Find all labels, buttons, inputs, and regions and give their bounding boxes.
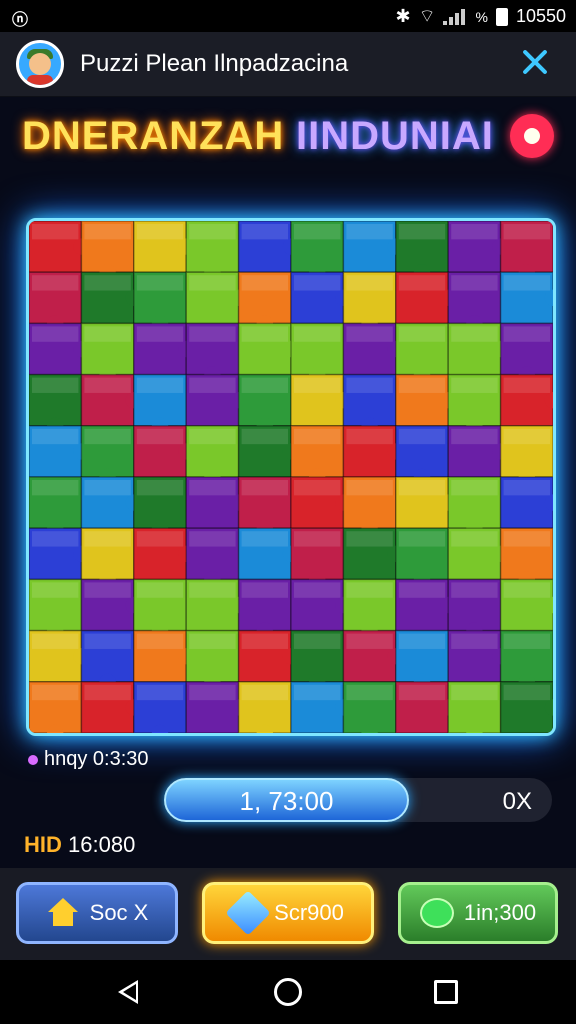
puzzle-piece[interactable] [29, 527, 90, 581]
close-icon[interactable] [516, 44, 552, 80]
puzzle-piece[interactable] [237, 681, 292, 733]
puzzle-piece[interactable] [290, 681, 352, 733]
puzzle-piece[interactable] [185, 373, 247, 427]
timer-dot-icon [28, 754, 38, 765]
recent-apps-icon[interactable] [434, 980, 458, 1004]
puzzle-piece[interactable] [80, 271, 142, 325]
puzzle-piece[interactable] [342, 681, 397, 733]
best-value: 16:080 [68, 832, 136, 857]
puzzle-piece[interactable] [447, 221, 509, 273]
app-header: Puzzi Plean Ilnpadzacina [0, 32, 576, 97]
banner-text-2: IINDUNIAI [296, 114, 494, 158]
puzzle-piece[interactable] [133, 221, 195, 273]
gem-action-label: Scr900 [274, 900, 344, 925]
puzzle-piece[interactable] [185, 681, 247, 733]
puzzle-piece[interactable] [237, 322, 300, 376]
action-bar: Soc X Scr900 1in;300 [0, 868, 576, 960]
timer: hnqy 0:3:30 [28, 748, 149, 771]
puzzle-piece[interactable] [342, 527, 404, 581]
puzzle-piece[interactable] [395, 373, 457, 427]
puzzle-piece[interactable] [237, 425, 300, 478]
gem-action-button[interactable]: Scr900 [202, 882, 374, 944]
puzzle-board[interactable] [26, 218, 556, 736]
timer-label: hnqy 0:3:30 [44, 748, 149, 770]
puzzle-piece[interactable] [29, 629, 90, 683]
puzzle-piece[interactable] [395, 681, 457, 733]
puzzle-piece[interactable] [342, 425, 404, 478]
puzzle-piece[interactable] [29, 221, 90, 273]
puzzle-piece[interactable] [395, 578, 457, 632]
notification-icon: ⓝ [12, 12, 29, 29]
best-time: HID 16:080 [24, 832, 135, 858]
best-tag: HID [24, 832, 62, 857]
puzzle-piece[interactable] [133, 425, 195, 478]
blob-action-button[interactable]: 1in;300 [398, 882, 558, 944]
puzzle-piece[interactable] [342, 221, 404, 273]
puzzle-grid[interactable] [29, 221, 553, 733]
game-banner: DNERANZAH IINDUNIAI [0, 104, 576, 168]
puzzle-piece[interactable] [237, 221, 300, 273]
puzzle-piece[interactable] [29, 322, 90, 376]
puzzle-piece[interactable] [80, 578, 142, 632]
signal-icon [443, 8, 467, 25]
puzzle-piece[interactable] [133, 322, 195, 376]
red-gem-badge-icon [510, 114, 554, 158]
puzzle-piece[interactable] [447, 527, 509, 581]
puzzle-piece[interactable] [395, 271, 457, 325]
gem-icon [225, 890, 271, 936]
puzzle-piece[interactable] [342, 322, 404, 376]
puzzle-piece[interactable] [499, 373, 553, 427]
home-action-button[interactable]: Soc X [16, 882, 178, 944]
puzzle-piece[interactable] [29, 425, 90, 478]
clock: 10550 [515, 6, 566, 26]
puzzle-piece[interactable] [237, 629, 300, 683]
character-avatar-icon[interactable] [16, 40, 64, 88]
puzzle-piece[interactable] [447, 425, 509, 478]
progress-bar: 1, 73:00 0X [164, 778, 552, 822]
green-blob-icon [419, 898, 454, 928]
puzzle-piece[interactable] [447, 629, 509, 683]
battery-icon [495, 7, 508, 26]
house-icon [46, 898, 80, 928]
app-title: Puzzi Plean Ilnpadzacina [80, 50, 349, 77]
puzzle-piece[interactable] [499, 271, 553, 325]
puzzle-piece[interactable] [499, 681, 553, 733]
bluetooth-icon: ✱ [395, 6, 411, 26]
puzzle-piece[interactable] [447, 322, 509, 376]
status-bar: ⓝ ✱ ⌔ % 10550 [0, 0, 576, 32]
system-nav-bar [0, 960, 576, 1024]
puzzle-piece[interactable] [80, 476, 142, 529]
progress-value: 1, 73:00 [239, 786, 334, 816]
back-icon[interactable] [118, 980, 138, 1004]
home-icon[interactable] [274, 978, 302, 1006]
puzzle-piece[interactable] [185, 476, 247, 529]
blob-action-label: 1in;300 [463, 900, 537, 925]
puzzle-piece[interactable] [290, 476, 352, 529]
home-action-label: Soc X [89, 900, 149, 925]
multiplier-label: 0X [502, 788, 532, 815]
puzzle-piece[interactable] [133, 681, 187, 733]
puzzle-piece[interactable] [29, 681, 83, 733]
puzzle-piece[interactable] [133, 629, 195, 683]
puzzle-piece[interactable] [499, 476, 553, 529]
puzzle-piece[interactable] [342, 629, 404, 683]
puzzle-piece[interactable] [185, 271, 247, 325]
puzzle-piece[interactable] [80, 373, 142, 427]
puzzle-piece[interactable] [80, 681, 142, 733]
puzzle-piece[interactable] [290, 578, 352, 632]
puzzle-piece[interactable] [133, 527, 195, 581]
puzzle-piece[interactable] [185, 578, 247, 632]
puzzle-piece[interactable] [447, 681, 502, 733]
puzzle-piece[interactable] [237, 527, 300, 581]
puzzle-piece[interactable] [290, 373, 352, 427]
battery-percent: % [475, 8, 488, 25]
puzzle-piece[interactable] [290, 271, 352, 325]
puzzle-piece[interactable] [499, 578, 553, 632]
wifi-icon: ⌔ [418, 6, 436, 26]
puzzle-piece[interactable] [395, 476, 457, 529]
banner-text-1: DNERANZAH [22, 114, 285, 158]
